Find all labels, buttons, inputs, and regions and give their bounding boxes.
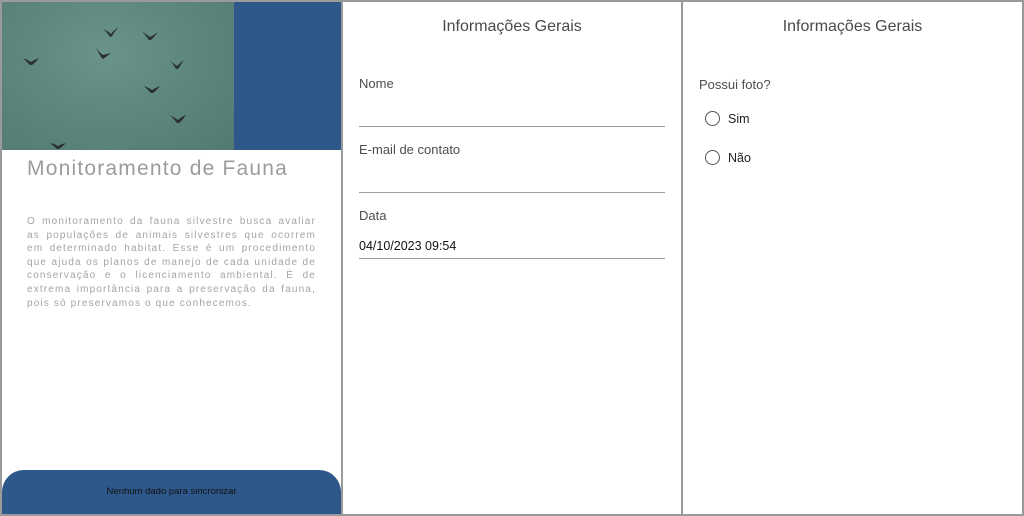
bird-icon xyxy=(170,60,184,69)
bird-icon xyxy=(144,86,160,93)
general-info-screen: Informações Gerais Nome E-mail de contat… xyxy=(343,2,681,514)
screen-title: Informações Gerais xyxy=(782,18,923,35)
bird-icon xyxy=(96,48,111,59)
radio-option-sim[interactable]: Sim xyxy=(705,111,750,126)
app-title: Monitoramento de Fauna xyxy=(27,157,289,180)
app-description: O monitoramento da fauna silvestre busca… xyxy=(27,216,316,309)
bird-icon xyxy=(50,143,66,149)
has-photo-question: Possui foto? xyxy=(699,77,771,92)
date-label: Data xyxy=(359,208,387,223)
bird-icon xyxy=(142,31,158,40)
hero-side-panel xyxy=(234,2,341,150)
bird-icon xyxy=(170,115,186,123)
hero-banner xyxy=(2,2,341,150)
email-field: E-mail de contato xyxy=(359,142,665,193)
home-screen: Monitoramento de Fauna O monitoramento d… xyxy=(2,2,341,514)
date-input[interactable] xyxy=(359,237,665,259)
bird-icon xyxy=(103,27,119,37)
date-field: Data xyxy=(359,208,665,259)
radio-button-icon[interactable] xyxy=(705,111,720,126)
screen-title: Informações Gerais xyxy=(442,18,582,35)
radio-label-sim: Sim xyxy=(728,111,750,126)
sync-button[interactable]: Nenhum dado para sincronizar xyxy=(2,470,341,514)
photo-question-screen: Informações Gerais Possui foto? Sim Não xyxy=(683,2,1022,514)
radio-option-nao[interactable]: Não xyxy=(705,150,751,165)
sync-status-text: Nenhum dado para sincronizar xyxy=(106,485,237,497)
email-label: E-mail de contato xyxy=(359,142,461,157)
email-input[interactable] xyxy=(359,171,665,193)
name-input[interactable] xyxy=(359,105,665,127)
birds-flying-photo xyxy=(2,2,234,150)
name-label: Nome xyxy=(359,76,394,91)
radio-button-icon[interactable] xyxy=(705,150,720,165)
radio-label-nao: Não xyxy=(728,150,751,165)
name-field: Nome xyxy=(359,76,665,127)
screens-container: Monitoramento de Fauna O monitoramento d… xyxy=(0,0,1024,516)
bird-icon xyxy=(23,58,39,65)
